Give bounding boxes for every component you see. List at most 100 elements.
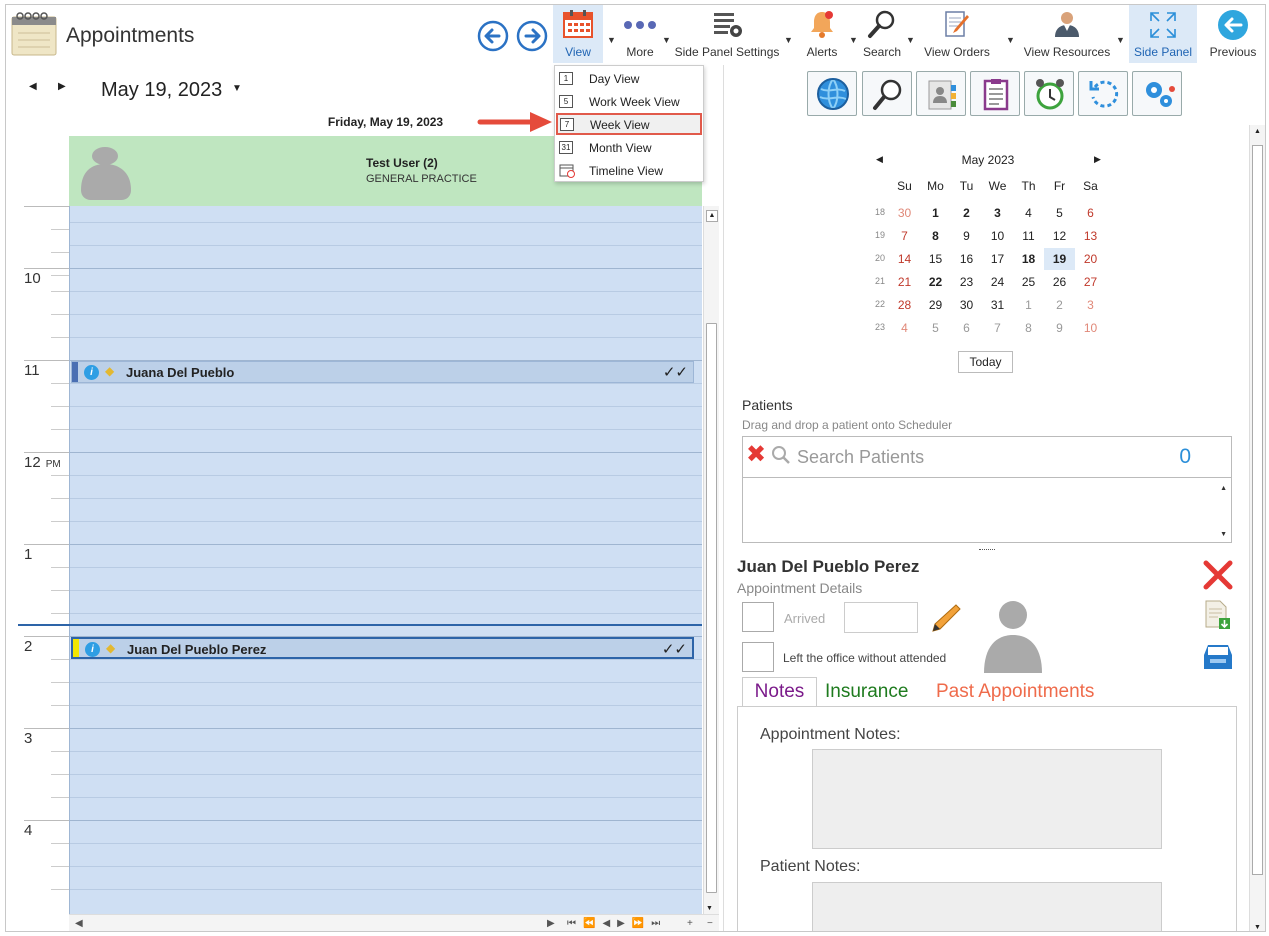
search-button[interactable]: Search: [862, 5, 902, 63]
search-input[interactable]: Search Patients: [797, 447, 924, 468]
view-resources-button[interactable]: View Resources: [1022, 5, 1112, 63]
clear-search-icon[interactable]: ✖: [746, 443, 766, 467]
scroll-down-button[interactable]: ▼: [706, 905, 713, 912]
calendar-day[interactable]: 10: [982, 225, 1013, 247]
globe-button[interactable]: [807, 71, 857, 116]
calendar-day[interactable]: 4: [1013, 202, 1044, 224]
menu-day-view[interactable]: 1 Day View: [556, 68, 702, 90]
calendar-day[interactable]: 22: [920, 271, 951, 293]
resources-dropdown-caret[interactable]: ▼: [1116, 35, 1125, 45]
today-button[interactable]: Today: [958, 351, 1013, 373]
calendar-day[interactable]: 9: [1044, 317, 1075, 339]
orders-dropdown-caret[interactable]: ▼: [1006, 35, 1015, 45]
menu-timeline-view[interactable]: Timeline View: [556, 160, 702, 182]
appointment-juan-del-pueblo-perez[interactable]: i ◆ Juan Del Pueblo Perez ✓✓: [71, 637, 694, 659]
side-scroll-up[interactable]: ▲: [1254, 128, 1261, 135]
resize-grip[interactable]: [979, 549, 995, 551]
info-icon[interactable]: i: [85, 642, 100, 657]
calendar-next-month[interactable]: ▶: [1094, 154, 1101, 165]
scroll-right-button[interactable]: ▶: [547, 918, 555, 929]
delete-appointment-icon[interactable]: [1202, 559, 1234, 596]
calendar-day[interactable]: 2: [1044, 294, 1075, 316]
zoom-out-button[interactable]: −: [707, 918, 713, 929]
scroll-left-button[interactable]: ◀: [75, 918, 83, 929]
previous-button[interactable]: Previous: [1206, 5, 1260, 63]
arrived-checkbox[interactable]: [742, 602, 774, 632]
patient-notes-field[interactable]: [812, 882, 1162, 931]
calendar-day[interactable]: 20: [1075, 248, 1106, 270]
date-picker-caret[interactable]: ▼: [232, 83, 242, 94]
calendar-day[interactable]: 2: [951, 202, 982, 224]
calendar-day[interactable]: 5: [1044, 202, 1075, 224]
side-scroll-down[interactable]: ▼: [1254, 924, 1261, 931]
appointment-juana-del-pueblo[interactable]: i ◆ Juana Del Pueblo ✓✓: [71, 361, 694, 383]
current-date[interactable]: May 19, 2023: [101, 79, 222, 102]
calendar-day[interactable]: 26: [1044, 271, 1075, 293]
calendar-day[interactable]: 7: [889, 225, 920, 247]
search-dropdown-caret[interactable]: ▼: [906, 35, 915, 45]
tab-notes[interactable]: Notes: [742, 677, 817, 707]
side-panel-button[interactable]: Side Panel: [1129, 5, 1197, 63]
refresh-button[interactable]: [1078, 71, 1128, 116]
contact-card-button[interactable]: [916, 71, 966, 116]
alarm-clock-button[interactable]: [1024, 71, 1074, 116]
more-button[interactable]: More: [620, 5, 660, 63]
scheduler-vertical-scrollbar[interactable]: ▲ ▼: [703, 206, 719, 914]
list-scroll-down[interactable]: ▼: [1220, 531, 1227, 538]
alerts-dropdown-caret[interactable]: ▼: [849, 35, 858, 45]
day-grid[interactable]: i ◆ Juana Del Pueblo ✓✓ i ◆ Juan Del Pue…: [69, 206, 702, 914]
settings-gears-button[interactable]: [1132, 71, 1182, 116]
info-icon[interactable]: i: [84, 365, 99, 380]
calendar-day[interactable]: 15: [920, 248, 951, 270]
calendar-day[interactable]: 9: [951, 225, 982, 247]
calendar-day[interactable]: 8: [920, 225, 951, 247]
navigation-controls[interactable]: ⏮⏪◀▶⏩⏭: [567, 918, 667, 929]
patient-list[interactable]: ▲ ▼: [742, 478, 1232, 543]
calendar-day[interactable]: 25: [1013, 271, 1044, 293]
view-dropdown-caret[interactable]: ▼: [607, 35, 616, 45]
calendar-day[interactable]: 3: [1075, 294, 1106, 316]
side-scroll-thumb[interactable]: [1252, 145, 1263, 875]
pencil-icon[interactable]: [928, 601, 962, 638]
document-export-icon[interactable]: [1202, 599, 1234, 636]
prev-day-button[interactable]: ◀: [29, 81, 37, 92]
panel-splitter[interactable]: [723, 65, 724, 931]
calendar-day[interactable]: 13: [1075, 225, 1106, 247]
tab-insurance[interactable]: Insurance: [825, 681, 908, 703]
appointment-notes-field[interactable]: [812, 749, 1162, 849]
calendar-day[interactable]: 1: [1013, 294, 1044, 316]
calendar-day[interactable]: 14: [889, 248, 920, 270]
calendar-day[interactable]: 11: [1013, 225, 1044, 247]
calendar-day[interactable]: 7: [982, 317, 1013, 339]
calendar-day-selected[interactable]: 19: [1044, 248, 1075, 270]
back-arrow-icon[interactable]: [477, 20, 509, 52]
calendar-day[interactable]: 24: [982, 271, 1013, 293]
scroll-up-button[interactable]: ▲: [706, 210, 718, 222]
calendar-day[interactable]: 4: [889, 317, 920, 339]
scroll-thumb[interactable]: [706, 323, 717, 893]
patient-search-box[interactable]: ✖ Search Patients 0: [742, 436, 1232, 478]
calendar-day[interactable]: 10: [1075, 317, 1106, 339]
search-panel-button[interactable]: [862, 71, 912, 116]
archive-box-icon[interactable]: [1202, 641, 1234, 678]
calendar-day[interactable]: 1: [920, 202, 951, 224]
calendar-day[interactable]: 8: [1013, 317, 1044, 339]
calendar-day[interactable]: 16: [951, 248, 982, 270]
zoom-in-button[interactable]: +: [687, 918, 693, 929]
alerts-button[interactable]: Alerts: [800, 5, 844, 63]
calendar-day[interactable]: 5: [920, 317, 951, 339]
left-office-checkbox[interactable]: [742, 642, 774, 672]
menu-month-view[interactable]: 31 Month View: [556, 137, 702, 159]
menu-work-week-view[interactable]: 5 Work Week View: [556, 91, 702, 113]
calendar-day[interactable]: 30: [889, 202, 920, 224]
arrived-time-field[interactable]: [844, 602, 918, 633]
more-dropdown-caret[interactable]: ▼: [662, 35, 671, 45]
calendar-day[interactable]: 17: [982, 248, 1013, 270]
view-button[interactable]: View: [553, 5, 603, 63]
calendar-day[interactable]: 27: [1075, 271, 1106, 293]
side-panel-settings-button[interactable]: Side Panel Settings: [674, 5, 780, 63]
next-day-button[interactable]: ▶: [58, 81, 66, 92]
clipboard-button[interactable]: [970, 71, 1020, 116]
calendar-day[interactable]: 21: [889, 271, 920, 293]
view-orders-button[interactable]: View Orders: [922, 5, 992, 63]
